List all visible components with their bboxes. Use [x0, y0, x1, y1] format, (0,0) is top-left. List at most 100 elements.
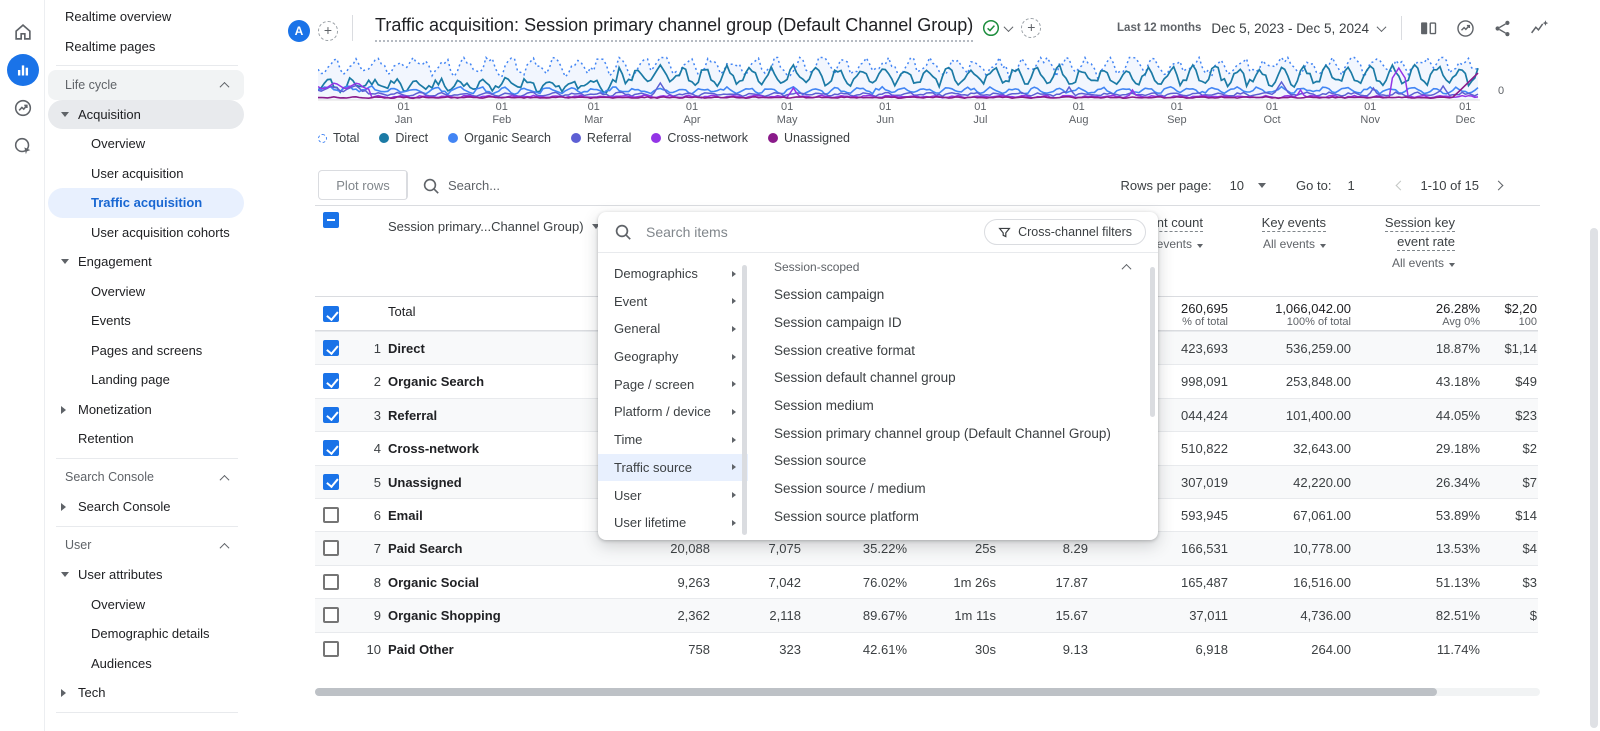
sidebar-item-label: Pages and screens	[91, 343, 202, 358]
sidebar-item-traffic-acquisition[interactable]: Traffic acquisition	[48, 188, 244, 218]
explore-icon[interactable]	[7, 130, 39, 162]
verified-badge-icon[interactable]	[982, 19, 1012, 37]
total-row-checkbox[interactable]	[323, 306, 339, 322]
collapse-section-icon[interactable]	[220, 542, 230, 552]
sidebar-section-life-cycle[interactable]: Life cycle	[48, 70, 244, 100]
row-number: 5	[355, 466, 381, 498]
sidebar-section-user[interactable]: User	[48, 531, 244, 561]
metric-event-selector[interactable]: All events	[1385, 256, 1455, 270]
sidebar-group-acquisition[interactable]: Acquisition	[48, 100, 244, 130]
legend-cross-network[interactable]: Cross-network	[651, 131, 748, 145]
table-search-input[interactable]	[448, 172, 748, 198]
metric-event-selector[interactable]: All events	[1262, 237, 1326, 251]
dimension-category-page-screen[interactable]: Page / screen	[598, 370, 748, 398]
row-checkbox-organic-search[interactable]	[323, 373, 339, 389]
dimension-item-session-primary-channel-group-default-channel-group[interactable]: Session primary channel group (Default C…	[762, 419, 1148, 447]
sidebar-item-landing-page[interactable]: Landing page	[48, 365, 244, 395]
custom-insights-icon[interactable]	[1528, 17, 1550, 39]
dimension-item-session-medium[interactable]: Session medium	[762, 392, 1148, 420]
advertising-icon[interactable]	[7, 92, 39, 124]
dimension-search-input[interactable]	[646, 224, 984, 240]
legend-organic-search[interactable]: Organic Search	[448, 131, 551, 145]
dimension-item-session-source[interactable]: Session source	[762, 447, 1148, 475]
dimension-category-traffic-source[interactable]: Traffic source	[598, 454, 748, 482]
row-checkbox-organic-social[interactable]	[323, 574, 339, 590]
sidebar-item-overview[interactable]: Overview	[48, 277, 244, 307]
sidebar-item-demographic-details[interactable]: Demographic details	[48, 619, 244, 649]
sidebar-group-search-console[interactable]: Search Console	[48, 492, 244, 522]
dimension-item-session-default-channel-group[interactable]: Session default channel group	[762, 364, 1148, 392]
dimension-category-user-lifetime[interactable]: User lifetime	[598, 509, 748, 537]
report-title[interactable]: Traffic acquisition: Session primary cha…	[375, 15, 973, 42]
plot-rows-button[interactable]: Plot rows	[318, 170, 408, 200]
rows-per-page-value[interactable]: 10	[1230, 178, 1244, 193]
sidebar-group-monetization[interactable]: Monetization	[48, 395, 244, 425]
reports-icon[interactable]	[7, 54, 39, 86]
row-checkbox-referral[interactable]	[323, 407, 339, 423]
table-horizontal-scrollbar[interactable]	[315, 688, 1540, 696]
dimension-header-button[interactable]: Session primary...Channel Group)	[388, 219, 600, 234]
row-checkbox-email[interactable]	[323, 507, 339, 523]
page-vertical-scrollbar[interactable]	[1590, 228, 1598, 728]
dimension-category-demographics[interactable]: Demographics	[598, 260, 748, 288]
dimension-category-custom[interactable]: Custom	[598, 253, 748, 260]
sidebar-item-user-acquisition[interactable]: User acquisition	[48, 159, 244, 189]
dimension-category-time[interactable]: Time	[598, 426, 748, 454]
row-checkbox-organic-shopping[interactable]	[323, 607, 339, 623]
comparison-icon[interactable]	[1417, 17, 1439, 39]
collapse-section-icon[interactable]	[220, 474, 230, 484]
avatar[interactable]: A	[288, 20, 310, 42]
dimension-item-session-creative-format[interactable]: Session creative format	[762, 336, 1148, 364]
column-header-session-key-event-rate[interactable]: Session keyevent rateAll events	[1385, 215, 1455, 270]
sidebar-item-user-acquisition-cohorts[interactable]: User acquisition cohorts	[48, 218, 244, 248]
add-comparison-icon[interactable]: +	[318, 21, 338, 41]
row-checkbox-direct[interactable]	[323, 340, 339, 356]
row-checkbox-unassigned[interactable]	[323, 474, 339, 490]
previous-page-icon[interactable]	[1396, 180, 1406, 190]
dimension-category-platform-device[interactable]: Platform / device	[598, 398, 748, 426]
legend-direct[interactable]: Direct	[379, 131, 428, 145]
insights-icon[interactable]	[1454, 17, 1476, 39]
sidebar-item-audiences[interactable]: Audiences	[48, 649, 244, 679]
collapse-section-icon[interactable]	[1122, 263, 1132, 273]
legend-referral[interactable]: Referral	[571, 131, 631, 145]
category-list-scrollbar[interactable]	[742, 265, 747, 535]
dimension-item-session-source-platform[interactable]: Session source platform	[762, 503, 1148, 531]
row-checkbox-cross-network[interactable]	[323, 440, 339, 456]
dimension-category-event[interactable]: Event	[598, 287, 748, 315]
next-page-icon[interactable]	[1494, 180, 1504, 190]
item-list-scrollbar[interactable]	[1150, 267, 1155, 417]
home-icon[interactable]	[7, 16, 39, 48]
goto-page-input[interactable]	[1347, 178, 1373, 193]
dimension-category-user[interactable]: User	[598, 481, 748, 509]
sidebar-group-engagement[interactable]: Engagement	[48, 247, 244, 277]
add-metric-icon[interactable]: +	[1021, 18, 1041, 38]
sidebar-item-realtime-pages[interactable]: Realtime pages	[48, 32, 244, 62]
dimension-item-session-campaign-id[interactable]: Session campaign ID	[762, 309, 1148, 337]
row-checkbox-paid-other[interactable]	[323, 641, 339, 657]
rows-per-page-chevron-icon[interactable]	[1258, 183, 1266, 188]
sidebar-item-overview[interactable]: Overview	[48, 129, 244, 159]
sidebar-item-retention[interactable]: Retention	[48, 424, 244, 454]
dimension-category-geography[interactable]: Geography	[598, 343, 748, 371]
legend-unassigned[interactable]: Unassigned	[768, 131, 850, 145]
sidebar-item-pages-and-screens[interactable]: Pages and screens	[48, 336, 244, 366]
sidebar-item-realtime-overview[interactable]: Realtime overview	[48, 2, 244, 32]
dimension-item-session-source-medium[interactable]: Session source / medium	[762, 475, 1148, 503]
table-horizontal-scrollbar-thumb[interactable]	[315, 688, 1437, 696]
date-range-value[interactable]: Dec 5, 2023 - Dec 5, 2024	[1211, 21, 1369, 36]
cross-channel-filters-button[interactable]: Cross-channel filters	[984, 219, 1146, 245]
row-checkbox-paid-search[interactable]	[323, 540, 339, 556]
sidebar-section-search-console[interactable]: Search Console	[48, 463, 244, 493]
sidebar-group-user-attributes[interactable]: User attributes	[48, 560, 244, 590]
collapse-section-icon[interactable]	[220, 82, 230, 92]
legend-total[interactable]: Total	[318, 131, 359, 145]
sidebar-item-overview[interactable]: Overview	[48, 590, 244, 620]
select-all-checkbox[interactable]	[323, 212, 339, 228]
dimension-item-session-campaign[interactable]: Session campaign	[762, 281, 1148, 309]
sidebar-item-events[interactable]: Events	[48, 306, 244, 336]
sidebar-group-tech[interactable]: Tech	[48, 678, 244, 708]
share-icon[interactable]	[1491, 17, 1513, 39]
column-header-key-events[interactable]: Key eventsAll events	[1262, 215, 1326, 251]
dimension-category-general[interactable]: General	[598, 315, 748, 343]
